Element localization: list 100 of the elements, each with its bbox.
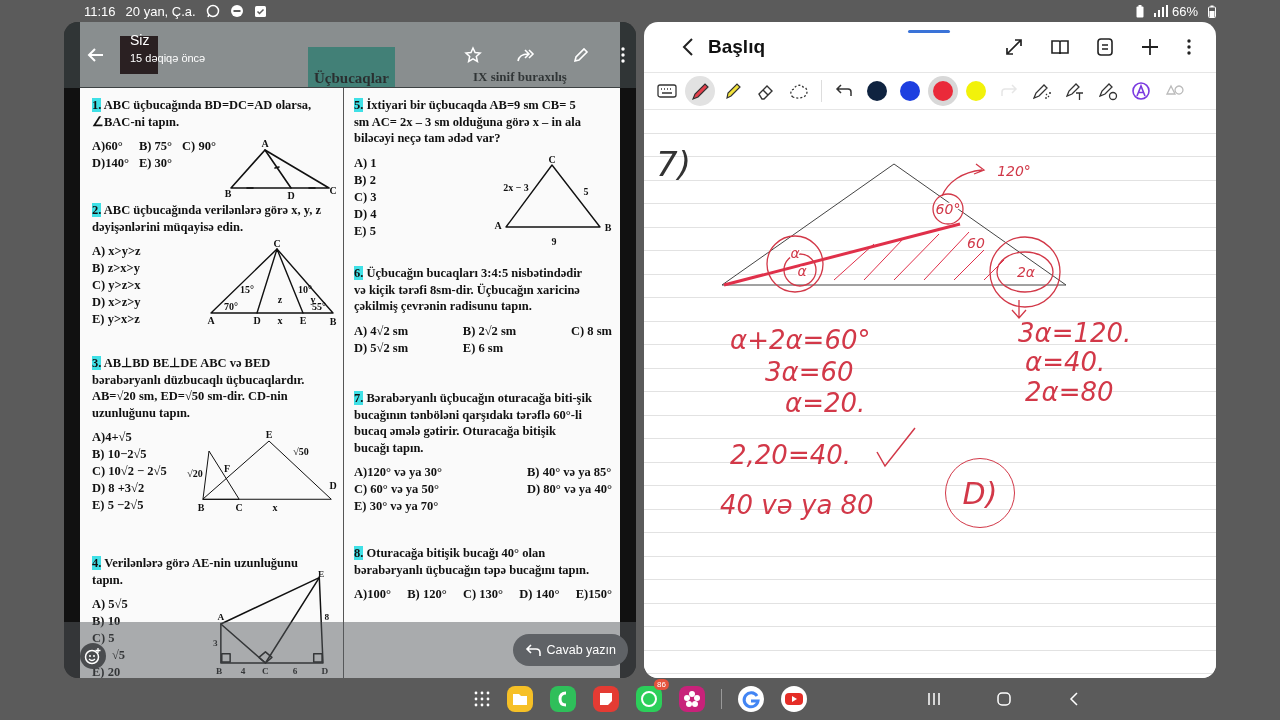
figure-label: B (224, 188, 232, 199)
figure-label: 3 (212, 638, 218, 649)
pencil-icon (572, 46, 590, 64)
question-text: 1. ABC üçbucağında BD=DC=AD olarsa, ∠BAC-ni tapın. (92, 97, 313, 130)
app-grid-icon[interactable] (474, 691, 490, 707)
figure-label: 15° (240, 284, 254, 295)
answer-option: B) 120° (407, 586, 447, 603)
text-style-icon (1130, 80, 1152, 102)
answer-option: E) 30° və ya 70° (354, 498, 443, 515)
figure-label: 2x − 3 (503, 181, 529, 193)
answer-option: E) 6 sm (462, 339, 517, 356)
recents-icon[interactable] (927, 692, 941, 706)
answer-option: B) 40° və ya 85° (527, 464, 612, 481)
handwritten-note: α=20. (785, 388, 866, 418)
handwritten-note: 2α=80 (1025, 377, 1114, 407)
handwritten-note: α=40. (1025, 347, 1106, 377)
back-icon[interactable] (1067, 692, 1081, 706)
figure-label: √50 (293, 446, 309, 457)
problem-number: 7) (656, 144, 691, 184)
handwritten-note: 2,20=40. (730, 440, 852, 470)
figure-label: 70° (224, 301, 238, 312)
answer-option: C) 3 (354, 188, 377, 205)
chat-notification-icon (205, 4, 220, 18)
answer-option: C) 5 (92, 630, 128, 647)
answer-option: E) 20 (92, 664, 128, 678)
figure-label: F (223, 463, 231, 474)
figure-label: 4 (240, 666, 246, 677)
question-text: 6. Üçbucağın bucaqları 3:4:5 nisbətindədir və kiçik tərəfi 8sm-dir. Üçbucağın xaricinə çəkilmiş çevrənin radisunu tapın. (354, 265, 583, 315)
flower-app-icon[interactable] (678, 685, 706, 713)
question-text: 2. ABC üçbucağında verilənlərə görə x, y, z dəyişənlərini müqayisə edin. (92, 202, 323, 235)
phone-app-icon[interactable] (549, 685, 577, 713)
answer-option: E) 5 −2√5 (92, 497, 167, 514)
smiley-add-icon (84, 647, 102, 665)
more-icon (1186, 38, 1192, 56)
answer-option: A)100° (354, 586, 391, 603)
handwritten-note: α+2α=60° (730, 325, 871, 355)
answer-option: D) 8 +3√2 (92, 480, 167, 497)
drag-handle[interactable] (908, 30, 950, 33)
home-icon[interactable] (997, 692, 1011, 706)
question-text: 8. Oturacağa bitişik bucağı 40° olan bərabəryanlı üçbucağın təpə bucağını tapın. (354, 545, 591, 578)
tool-button[interactable] (685, 76, 715, 106)
figure-label: √20 (187, 468, 203, 479)
figure-label: E (299, 315, 307, 326)
figure-label: C (329, 185, 337, 196)
reply-button[interactable]: Cavab yazın (512, 634, 628, 666)
figure-label: A (217, 612, 225, 623)
answer-option: E)150° (575, 586, 612, 603)
notes-app-icon[interactable] (592, 685, 620, 713)
answer-option: B) 2 (354, 171, 377, 188)
figure-label: 6 (292, 666, 298, 677)
plus-icon (1140, 37, 1160, 57)
figure-label: B (329, 316, 337, 327)
figure-label: C (235, 502, 243, 513)
checkbox-notification-icon (253, 4, 267, 18)
sketch-label: 60° (935, 201, 961, 217)
note-title: Başlıq (708, 36, 766, 58)
answer-option: D) 80° və ya 40° (527, 481, 612, 498)
figure-label: A (261, 138, 269, 149)
figure-label: C (548, 153, 556, 165)
answer-option: E) y>x>z (92, 311, 141, 328)
answer-option: C) 8 sm (571, 322, 612, 339)
figure-label: A (207, 315, 215, 326)
answer-option: D) 5√2 sm (354, 339, 409, 356)
figure-label: B (604, 221, 612, 233)
figure-label: B (197, 502, 205, 513)
folder-app-icon[interactable] (506, 685, 534, 713)
sketch-label: α (797, 263, 807, 279)
question-text: 7. Bərabəryanlı üçbucağın oturacağa biti-şik bucağının tənböləni qarşıdakı tərəflə 60°-li bucaq əmələ gətirir. Oturacağa bitişik bucağı tapın. (354, 390, 592, 456)
answer-option: C) y>z>x (92, 277, 141, 294)
signal-icon (1153, 5, 1168, 17)
battery-percent: 66% (1171, 3, 1198, 19)
question-text: 5. İxtiyari bir üçbucaqda AB=9 sm CB= 5 sm AC= 2x – 3 sm olduğuna görə x – in ala biləcəyi neçə tam ədəd var? (354, 97, 582, 147)
check-mark-icon (875, 426, 917, 468)
answer-option: B) 10 (92, 613, 128, 630)
handwritten-note: 3α=120. (1018, 318, 1132, 348)
star-icon (464, 46, 482, 64)
handwritten-note: 40 və ya 80 (720, 490, 874, 520)
book-icon (1050, 38, 1070, 56)
answer-option: A) 1 (354, 154, 377, 171)
answer-option: A)60° (92, 138, 129, 155)
notification-badge: 86 (654, 679, 669, 690)
figure-label: E (318, 568, 325, 579)
answer-option: A)4+√5 (92, 429, 167, 446)
answer-option: D) 4 (354, 205, 377, 222)
figure-label: A (494, 219, 502, 231)
google-app-icon[interactable] (737, 685, 765, 713)
handwritten-note: 3α=60 (765, 357, 854, 387)
figure-label: B (215, 666, 223, 677)
answer-option: A) 5√5 (92, 596, 128, 613)
document-title: Üçbucaqlar (308, 47, 395, 87)
chat-app-icon[interactable] (635, 685, 663, 713)
answer-option: E) 30° (138, 155, 173, 172)
expand-icon (1004, 37, 1024, 57)
figure-label: x (272, 502, 278, 513)
figure-label: D (253, 315, 261, 326)
figure-label: D (329, 480, 337, 491)
sketch-label: 2α (1016, 264, 1036, 280)
battery-saver-icon (1135, 4, 1144, 18)
video-app-icon[interactable] (780, 685, 808, 713)
answer-option: E) 5 (354, 222, 377, 239)
